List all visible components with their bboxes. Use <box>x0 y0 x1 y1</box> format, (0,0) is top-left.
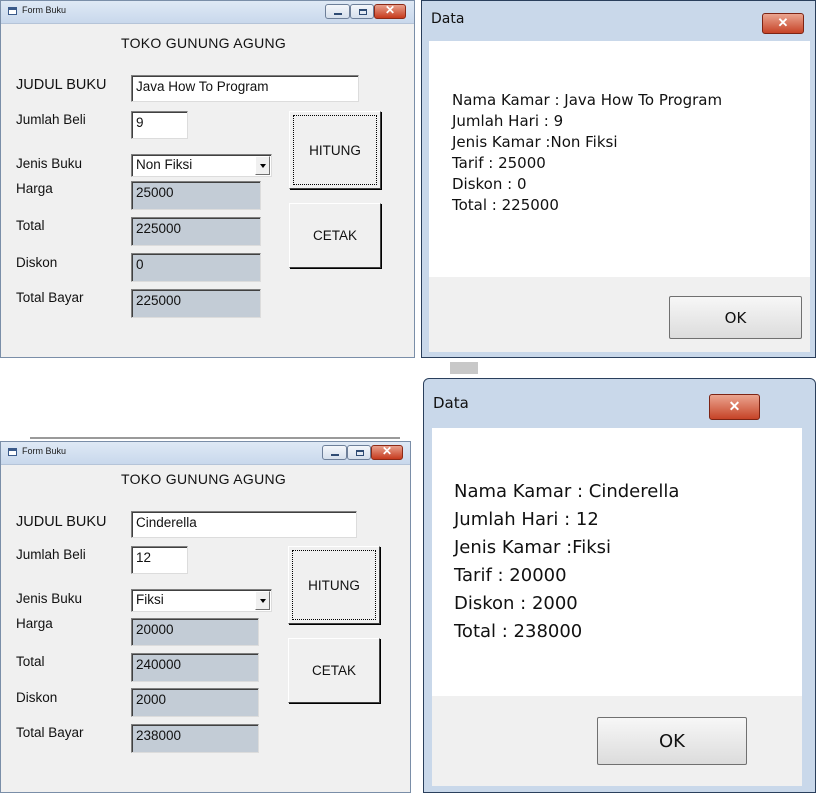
harga-field: 20000 <box>131 618 259 646</box>
dialog-line: Jenis Kamar :Fiksi <box>454 537 612 558</box>
total-field: 225000 <box>131 217 261 246</box>
dialog-line: Jumlah Hari : 12 <box>454 509 599 530</box>
minimize-button[interactable] <box>325 4 350 19</box>
minimize-button[interactable] <box>322 445 347 460</box>
dialog-line: Jenis Kamar :Non Fiksi <box>452 133 618 151</box>
jenis-buku-combobox[interactable]: Fiksi <box>131 589 272 612</box>
cetak-button[interactable]: CETAK <box>288 638 380 703</box>
dialog-close-button[interactable]: ✕ <box>762 13 804 34</box>
hitung-button[interactable]: HITUNG <box>289 111 381 189</box>
data-dialog-1: Data ✕ Nama Kamar : Java How To Program … <box>421 0 816 358</box>
maximize-icon <box>356 450 364 456</box>
dialog-line: Diskon : 2000 <box>454 593 578 614</box>
close-icon: ✕ <box>381 444 393 458</box>
total-bayar-field: 225000 <box>131 289 261 318</box>
cetak-button[interactable]: CETAK <box>289 203 381 268</box>
ok-button-label: OK <box>659 730 685 752</box>
ok-button-label: OK <box>724 308 747 327</box>
form-app-icon <box>8 448 17 456</box>
dialog-line: Nama Kamar : Java How To Program <box>452 91 723 109</box>
jenis-buku-selected: Fiksi <box>136 592 164 607</box>
close-icon: ✕ <box>728 398 741 414</box>
form-titlebar[interactable]: Form Buku ✕ <box>1 442 410 465</box>
label-jenis-buku: Jenis Buku <box>16 156 83 171</box>
label-diskon: Diskon <box>16 255 58 270</box>
dialog-line: Total : 238000 <box>454 621 583 642</box>
diskon-field: 0 <box>131 253 261 282</box>
data-dialog-2: Data ✕ Nama Kamar : Cinderella Jumlah Ha… <box>423 378 816 793</box>
label-jumlah-beli: Jumlah Beli <box>16 112 86 127</box>
dialog-line: Diskon : 0 <box>452 175 527 193</box>
label-total: Total <box>16 218 45 233</box>
label-jumlah-beli: Jumlah Beli <box>16 547 86 562</box>
label-judul-buku: JUDUL BUKU <box>16 77 107 93</box>
maximize-button[interactable] <box>350 4 374 19</box>
form-window-title: Form Buku <box>22 446 67 456</box>
cetak-button-label: CETAK <box>311 663 356 678</box>
judul-buku-input[interactable]: Java How To Program <box>131 75 359 102</box>
dialog-title: Data <box>431 11 465 27</box>
label-total: Total <box>16 654 45 669</box>
label-total-bayar: Total Bayar <box>16 290 84 305</box>
maximize-button[interactable] <box>347 445 371 460</box>
hitung-button[interactable]: HITUNG <box>288 546 380 624</box>
label-harga: Harga <box>16 181 53 196</box>
ok-button[interactable]: OK <box>597 717 747 765</box>
jumlah-beli-input[interactable]: 9 <box>131 111 188 139</box>
dialog-title: Data <box>433 394 469 412</box>
dialog-line: Nama Kamar : Cinderella <box>454 481 680 502</box>
label-diskon: Diskon <box>16 690 58 705</box>
minimize-icon <box>331 454 339 456</box>
form-buku-window-2: Form Buku ✕ TOKO GUNUNG AGUNG JUDUL BUKU… <box>0 441 411 793</box>
close-button[interactable]: ✕ <box>371 444 403 460</box>
maximize-icon <box>359 9 367 15</box>
minimize-icon <box>334 13 342 15</box>
jumlah-beli-input[interactable]: 12 <box>131 546 188 574</box>
jenis-buku-selected: Non Fiksi <box>136 157 193 172</box>
total-bayar-field: 238000 <box>131 724 259 753</box>
hitung-button-label: HITUNG <box>308 577 360 593</box>
close-icon: ✕ <box>777 15 789 30</box>
label-harga: Harga <box>16 616 53 631</box>
ok-button[interactable]: OK <box>669 296 802 339</box>
dialog-button-bar: OK <box>432 696 802 786</box>
cetak-button-label: CETAK <box>312 228 357 243</box>
judul-buku-input[interactable]: Cinderella <box>131 511 357 538</box>
dialog-message-area: Nama Kamar : Cinderella Jumlah Hari : 12… <box>432 428 802 696</box>
store-title: TOKO GUNUNG AGUNG <box>121 471 287 487</box>
form-app-icon <box>8 7 17 15</box>
dialog-line: Total : 225000 <box>452 196 559 214</box>
label-jenis-buku: Jenis Buku <box>16 591 83 606</box>
screenshot-artifact <box>450 362 478 374</box>
store-title: TOKO GUNUNG AGUNG <box>121 35 287 51</box>
dialog-button-bar: OK <box>429 277 810 352</box>
dialog-message-area: Nama Kamar : Java How To Program Jumlah … <box>429 41 810 277</box>
close-button[interactable]: ✕ <box>374 3 406 19</box>
harga-field: 25000 <box>131 181 261 210</box>
dropdown-arrow-icon[interactable] <box>255 591 270 610</box>
close-icon: ✕ <box>384 3 396 17</box>
form-window-title: Form Buku <box>22 5 67 15</box>
hitung-button-label: HITUNG <box>309 142 361 158</box>
dialog-line: Tarif : 20000 <box>454 565 567 586</box>
dialog-titlebar[interactable]: Data <box>422 1 815 41</box>
jenis-buku-combobox[interactable]: Non Fiksi <box>131 154 272 177</box>
form-titlebar[interactable]: Form Buku ✕ <box>1 1 414 24</box>
label-judul-buku: JUDUL BUKU <box>16 514 107 530</box>
form-buku-window-1: Form Buku ✕ TOKO GUNUNG AGUNG JUDUL BUKU… <box>0 0 415 358</box>
dialog-close-button[interactable]: ✕ <box>709 394 760 420</box>
dialog-line: Tarif : 25000 <box>452 154 546 172</box>
dialog-line: Jumlah Hari : 9 <box>452 112 564 130</box>
total-field: 240000 <box>131 653 259 682</box>
diskon-field: 2000 <box>131 688 259 717</box>
dropdown-arrow-icon[interactable] <box>255 156 270 175</box>
screenshot-artifact <box>30 437 400 439</box>
label-total-bayar: Total Bayar <box>16 725 84 740</box>
